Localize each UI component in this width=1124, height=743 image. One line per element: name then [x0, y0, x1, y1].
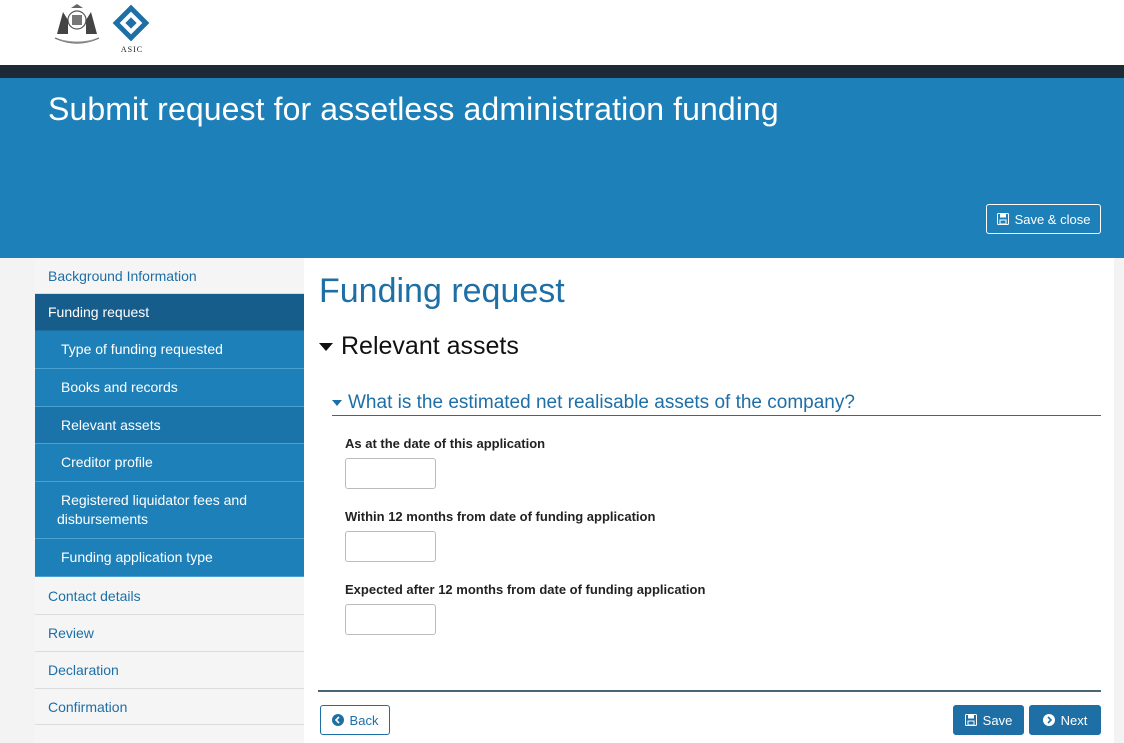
sidebar-item-label: Review — [48, 625, 94, 641]
back-button[interactable]: Back — [320, 705, 390, 735]
sidebar-subitem-label: Relevant assets — [61, 416, 161, 433]
sidebar-subitem-label: Type of funding requested — [61, 341, 223, 357]
next-label: Next — [1060, 712, 1088, 728]
page-title: Submit request for assetless administrat… — [48, 91, 779, 127]
sidebar-item-label: Contact details — [48, 587, 141, 604]
save-label: Save — [982, 712, 1013, 728]
asic-logo-text: ASIC — [120, 45, 144, 54]
sidebar-item-background-information[interactable]: Background Information — [35, 258, 304, 294]
sidebar-item-label: Declaration — [48, 662, 119, 678]
after-12-months-input[interactable] — [345, 604, 436, 635]
caret-down-icon — [319, 342, 333, 351]
asic-logo-icon — [112, 4, 150, 42]
sidebar-subitem-creditor-profile[interactable]: Creditor profile — [35, 444, 304, 482]
next-button[interactable]: Next — [1029, 705, 1101, 735]
field-label-current: As at the date of this application — [345, 436, 546, 451]
logo-bar: ASIC — [0, 0, 1124, 65]
sidebar-item-contact-details[interactable]: Contact details — [35, 577, 304, 615]
arrow-left-circle-icon — [331, 714, 344, 726]
sidebar-subitem-type-of-funding[interactable]: Type of funding requested — [35, 331, 304, 369]
sidebar-nav: Background Information Funding request T… — [35, 258, 304, 743]
floppy-disk-icon — [996, 213, 1009, 225]
relevant-assets-toggle[interactable]: Relevant assets — [319, 332, 519, 361]
sidebar-item-funding-request[interactable]: Funding request — [35, 294, 304, 331]
sidebar-item-confirmation[interactable]: Confirmation — [35, 689, 304, 725]
subsection-title: Relevant assets — [341, 332, 519, 360]
sidebar-subitem-label: Creditor profile — [61, 454, 153, 470]
field-label-within-12-months: Within 12 months from date of funding ap… — [345, 509, 656, 524]
main-panel: Funding request Relevant assets What is … — [304, 258, 1114, 743]
caret-down-icon — [332, 400, 342, 406]
sidebar-subitem-funding-application-type[interactable]: Funding application type — [35, 539, 304, 577]
coat-of-arms-icon — [54, 4, 100, 44]
sidebar-subitem-label: Books and records — [61, 379, 178, 395]
sidebar-item-declaration[interactable]: Declaration — [35, 652, 304, 689]
save-close-label: Save & close — [1014, 211, 1091, 227]
field-label-after-12-months: Expected after 12 months from date of fu… — [345, 582, 706, 597]
sidebar-item-label: Funding request — [48, 304, 150, 320]
question-title: What is the estimated net realisable ass… — [348, 392, 855, 413]
current-assets-input[interactable] — [345, 458, 436, 489]
footer-divider — [318, 690, 1101, 692]
question-toggle[interactable]: What is the estimated net realisable ass… — [332, 392, 1101, 416]
sidebar-subitem-liquidator-fees[interactable]: Registered liquidator fees and disbursem… — [35, 482, 304, 539]
header-strip — [0, 65, 1124, 78]
floppy-disk-icon — [964, 714, 977, 726]
sidebar-item-review[interactable]: Review — [35, 615, 304, 652]
sidebar-subitem-label: Registered liquidator fees and disbursem… — [57, 492, 248, 527]
within-12-months-input[interactable] — [345, 531, 436, 562]
sidebar-subitem-relevant-assets[interactable]: Relevant assets — [35, 407, 304, 444]
page-header: Submit request for assetless administrat… — [0, 78, 1124, 258]
arrow-right-circle-icon — [1042, 714, 1055, 726]
sidebar-item-label: Background Information — [48, 267, 197, 284]
sidebar-subitem-label: Funding application type — [61, 549, 213, 565]
save-close-button[interactable]: Save & close — [986, 204, 1101, 234]
back-label: Back — [349, 712, 379, 728]
sidebar-subitem-books-and-records[interactable]: Books and records — [35, 369, 304, 407]
section-heading: Funding request — [319, 272, 565, 310]
sidebar-item-label: Confirmation — [48, 698, 128, 715]
save-button[interactable]: Save — [953, 705, 1024, 735]
